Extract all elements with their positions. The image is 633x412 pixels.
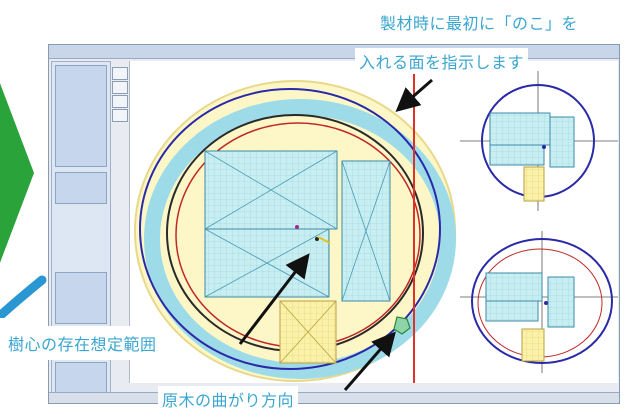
tool-button[interactable] (112, 95, 128, 108)
curve-decoration (0, 275, 47, 318)
annotation-log-bend: 原木の曲がり方向 (158, 386, 299, 412)
drawing-canvas[interactable] (129, 61, 618, 383)
settings-group[interactable] (55, 65, 107, 167)
annotation-pith-range: 樹心の存在想定範囲 (0, 326, 165, 360)
chevron-right-icon (0, 83, 34, 263)
tool-button[interactable] (112, 67, 128, 80)
pith-group[interactable] (55, 272, 107, 324)
title-bar (49, 45, 619, 59)
annotation-first-cut-line2: 入れる面を指示します (355, 48, 529, 74)
tool-button[interactable] (112, 81, 128, 94)
log-cross-section-drawing (134, 61, 618, 383)
tool-button[interactable] (112, 109, 128, 122)
annotation-first-cut-line1: 製材時に最初に「のこ」を (380, 14, 579, 33)
options-group[interactable] (55, 172, 107, 204)
status-bar (49, 392, 619, 403)
